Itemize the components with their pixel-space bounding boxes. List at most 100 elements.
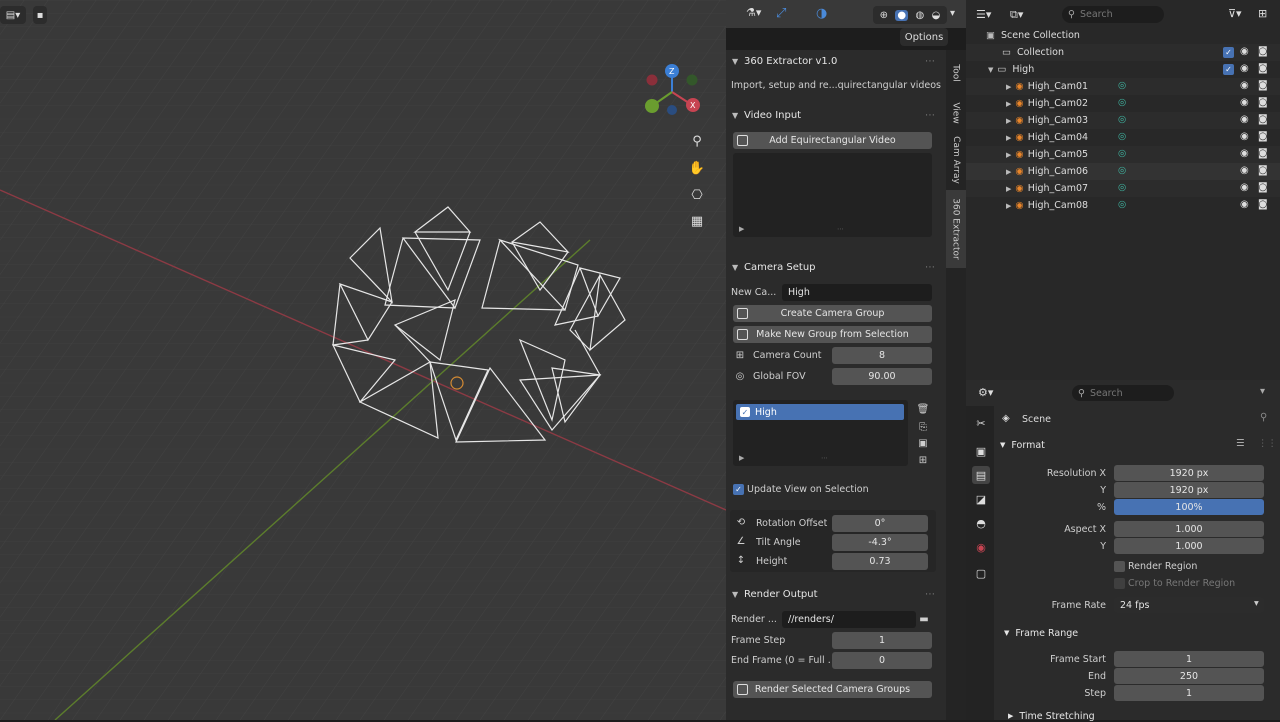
update-view-label[interactable]: Update View on Selection bbox=[747, 484, 869, 495]
rotation-offset-field[interactable]: 0° bbox=[832, 515, 928, 532]
presets-icon[interactable]: ☰ bbox=[1236, 438, 1245, 449]
render-path-field[interactable]: //renders/ bbox=[782, 611, 916, 628]
camera-count-field[interactable]: 8 bbox=[832, 347, 932, 364]
frame-start-field[interactable]: 1 bbox=[1114, 651, 1264, 667]
collection-exclude-checkbox[interactable]: ✓ bbox=[1223, 47, 1234, 58]
video-list[interactable]: ▶ ⋯ bbox=[733, 153, 932, 237]
resolution-x-field[interactable]: 1920 px bbox=[1114, 465, 1264, 481]
pin-icon[interactable]: ⚲ bbox=[1260, 412, 1267, 423]
eye-icon[interactable]: ◉ bbox=[1240, 182, 1249, 193]
camera-group-list[interactable]: ✓ High ▶ ⋯ bbox=[733, 400, 908, 466]
group-list-item[interactable]: ✓ High bbox=[736, 404, 904, 420]
render-tab-icon[interactable]: ▣ bbox=[972, 442, 990, 460]
tab-cam-array[interactable]: Cam Array bbox=[946, 134, 966, 186]
group-checkbox[interactable]: ✓ bbox=[740, 407, 750, 417]
chevron-right-icon[interactable]: ▶ bbox=[1006, 134, 1011, 142]
list-expand-icon[interactable]: ▶ bbox=[739, 225, 744, 233]
collection-exclude-checkbox[interactable]: ✓ bbox=[1223, 64, 1234, 75]
group-list-resize-handle[interactable]: ⋯ bbox=[821, 454, 828, 462]
scene-tab-icon[interactable]: ◓ bbox=[972, 514, 990, 532]
camera-row[interactable]: ▶ ◉ High_Cam06 ◎ ◉ ◙ bbox=[966, 163, 1280, 180]
options-dropdown[interactable]: Options bbox=[900, 28, 948, 46]
folder-icon[interactable]: ▬ bbox=[917, 612, 931, 626]
camera-render-icon[interactable]: ◙ bbox=[1258, 182, 1268, 193]
world-tab-icon[interactable]: ◉ bbox=[972, 538, 990, 556]
outliner-search-input[interactable]: ⚲ Search bbox=[1062, 6, 1164, 23]
shading-options-icon[interactable]: ▾ bbox=[950, 8, 960, 19]
zoom-icon[interactable]: ⚲ bbox=[686, 130, 708, 152]
resolution-percent-field[interactable]: 100% bbox=[1114, 499, 1264, 515]
rendered-shading-icon[interactable]: ◒ bbox=[932, 10, 941, 21]
delete-group-icon[interactable]: 🗑 bbox=[916, 402, 930, 416]
eye-icon[interactable]: ◉ bbox=[1240, 46, 1249, 57]
camera-render-icon[interactable]: ◙ bbox=[1258, 63, 1268, 74]
chevron-down-icon[interactable]: ▾ bbox=[1260, 386, 1265, 397]
perspective-grid-icon[interactable]: ▦ bbox=[686, 210, 708, 232]
frame-rate-dropdown[interactable]: 24 fps ▾ bbox=[1114, 597, 1264, 613]
camera-row[interactable]: ▶ ◉ High_Cam05 ◎ ◉ ◙ bbox=[966, 146, 1280, 163]
camera-render-icon[interactable]: ◙ bbox=[1258, 199, 1268, 210]
group-list-expand-icon[interactable]: ▶ bbox=[739, 454, 744, 462]
camera-data-icon[interactable]: ◎ bbox=[1118, 199, 1126, 210]
eye-icon[interactable]: ◉ bbox=[1240, 114, 1249, 125]
display-mode-icon[interactable]: ⧉▾ bbox=[1010, 8, 1023, 22]
list-resize-handle[interactable]: ⋯ bbox=[837, 225, 844, 233]
tab-tool[interactable]: Tool bbox=[946, 54, 966, 92]
add-video-button[interactable]: Add Equirectangular Video bbox=[733, 132, 932, 149]
frame-range-panel-header[interactable]: ▼ Frame Range bbox=[1000, 624, 1276, 642]
update-view-checkbox[interactable]: ✓ bbox=[733, 484, 744, 495]
create-camera-group-button[interactable]: Create Camera Group bbox=[733, 305, 932, 322]
render-selected-button[interactable]: Render Selected Camera Groups bbox=[733, 681, 932, 698]
aspect-x-field[interactable]: 1.000 bbox=[1114, 521, 1264, 537]
wireframe-shading-icon[interactable]: ⊕ bbox=[880, 10, 888, 21]
camera-render-icon[interactable]: ◙ bbox=[1258, 131, 1268, 142]
collection-row[interactable]: ▭ Collection ✓ ◉ ◙ bbox=[966, 44, 1280, 61]
camera-row[interactable]: ▶ ◉ High_Cam03 ◎ ◉ ◙ bbox=[966, 112, 1280, 129]
eye-icon[interactable]: ◉ bbox=[1240, 148, 1249, 159]
camera-render-icon[interactable]: ◙ bbox=[1258, 46, 1268, 57]
camera-data-icon[interactable]: ◎ bbox=[1118, 148, 1126, 159]
camera-row[interactable]: ▶ ◉ High_Cam04 ◎ ◉ ◙ bbox=[966, 129, 1280, 146]
frame-end-field[interactable]: 250 bbox=[1114, 668, 1264, 684]
view-icon[interactable]: ⚗▾ bbox=[746, 6, 766, 24]
new-camera-name-field[interactable]: High bbox=[782, 284, 932, 301]
addon-panel-header[interactable]: ▼ 360 Extractor v1.0 ⋯ bbox=[726, 51, 946, 71]
collection-tab-icon[interactable]: ▢ bbox=[972, 564, 990, 582]
chevron-right-icon[interactable]: ▶ bbox=[1006, 117, 1011, 125]
editor-type-button[interactable]: ▤▾ bbox=[0, 6, 26, 24]
frame-step-field[interactable]: 1 bbox=[832, 632, 932, 649]
eye-icon[interactable]: ◉ bbox=[1240, 97, 1249, 108]
tab-360-extractor[interactable]: 360 Extractor bbox=[946, 190, 966, 268]
overlay-icon[interactable]: ◑ bbox=[816, 6, 838, 24]
camera-render-icon[interactable]: ◙ bbox=[1258, 165, 1268, 176]
eye-icon[interactable]: ◉ bbox=[1240, 165, 1249, 176]
camera-render-icon[interactable]: ◙ bbox=[1258, 80, 1268, 91]
camera-row[interactable]: ▶ ◉ High_Cam07 ◎ ◉ ◙ bbox=[966, 180, 1280, 197]
tab-view[interactable]: View bbox=[946, 94, 966, 132]
video-input-header[interactable]: ▼ Video Input ⋯ bbox=[726, 105, 946, 125]
camera-row[interactable]: ▶ ◉ High_Cam01 ◎ ◉ ◙ bbox=[966, 78, 1280, 95]
gizmo-icon[interactable]: ⤢ bbox=[776, 6, 798, 24]
drag-handle-icon[interactable]: ⋮⋮ bbox=[1258, 438, 1277, 449]
output-tab-icon[interactable]: ▤ bbox=[972, 466, 990, 484]
camera-view-icon[interactable]: ⎔ bbox=[686, 184, 708, 206]
scene-collection-row[interactable]: ▣ Scene Collection bbox=[966, 27, 1280, 44]
eye-icon[interactable]: ◉ bbox=[1240, 80, 1249, 91]
time-stretching-panel-header[interactable]: ▶ Time Stretching bbox=[1004, 710, 1274, 722]
end-frame-field[interactable]: 0 bbox=[832, 652, 932, 669]
format-panel-header[interactable]: ▼ Format ☰ ⋮⋮ bbox=[1000, 436, 1277, 454]
material-shading-icon[interactable]: ◍ bbox=[915, 10, 924, 21]
outliner-editor-icon[interactable]: ☰▾ bbox=[976, 8, 991, 21]
chevron-down-icon[interactable]: ▼ bbox=[988, 66, 993, 74]
add-group-icon[interactable]: ⊞ bbox=[916, 453, 930, 467]
height-field[interactable]: 0.73 bbox=[832, 553, 928, 570]
tilt-angle-field[interactable]: -4.3° bbox=[832, 534, 928, 551]
camera-row[interactable]: ▶ ◉ High_Cam02 ◎ ◉ ◙ bbox=[966, 95, 1280, 112]
tool-tab-icon[interactable]: ✂ bbox=[972, 414, 990, 432]
view-layer-tab-icon[interactable]: ◪ bbox=[972, 490, 990, 508]
camera-setup-header[interactable]: ▼ Camera Setup ⋯ bbox=[726, 257, 946, 277]
pan-hand-icon[interactable]: ✋ bbox=[686, 157, 708, 179]
camera-render-icon[interactable]: ◙ bbox=[1258, 114, 1268, 125]
chevron-right-icon[interactable]: ▶ bbox=[1006, 83, 1011, 91]
eye-icon[interactable]: ◉ bbox=[1240, 199, 1249, 210]
